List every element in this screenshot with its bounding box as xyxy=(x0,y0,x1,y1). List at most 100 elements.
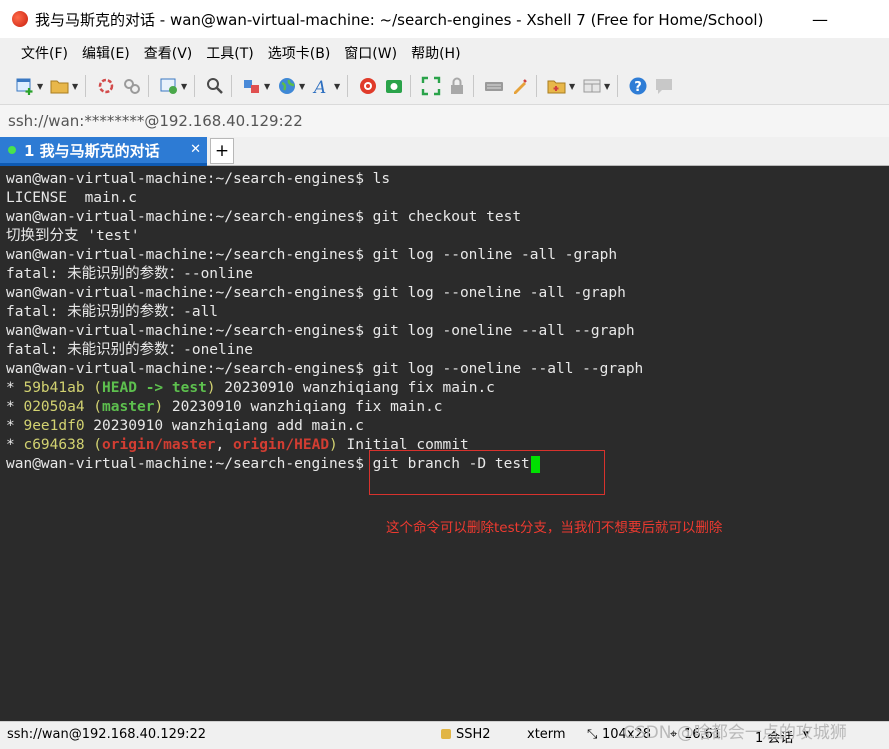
commit-hash: 59b41ab xyxy=(23,380,85,396)
minimize-icon: — xyxy=(812,9,828,29)
properties-caret-icon[interactable]: ▼ xyxy=(181,82,189,91)
toolbar-separator xyxy=(194,75,195,97)
layout-icon[interactable] xyxy=(581,75,603,97)
command: git log --oneline --all --graph xyxy=(372,361,644,377)
add-tab-button[interactable]: + xyxy=(210,138,234,164)
new-session-icon[interactable] xyxy=(14,75,36,97)
fullscreen-icon[interactable] xyxy=(420,75,442,97)
plus-icon: + xyxy=(214,141,230,161)
toolbar: ▼ ▼ ▼ ▼ ▼ A ▼ ▼ ▼ ? xyxy=(0,68,889,104)
svg-text:A: A xyxy=(312,78,326,96)
session-address: ssh://wan:********@192.168.40.129:22 xyxy=(8,112,303,130)
terminal-line: wan@wan-virtual-machine:~/search-engines… xyxy=(6,208,521,227)
reconnect-icon[interactable] xyxy=(95,75,117,97)
keyboard-icon[interactable] xyxy=(483,75,505,97)
status-terminal-type: xterm xyxy=(527,727,566,742)
commit-message: 20230910 wanzhiqiang fix main.c xyxy=(215,380,495,396)
command: ls xyxy=(372,171,391,187)
commit-hash: 9ee1df0 xyxy=(23,418,85,434)
toolbar-separator xyxy=(410,75,411,97)
find-icon[interactable] xyxy=(204,75,226,97)
globe-icon[interactable] xyxy=(276,75,298,97)
menu-view[interactable]: 查看(V) xyxy=(137,43,200,63)
command: git log --oneline -all -graph xyxy=(372,285,626,301)
terminal-area[interactable]: wan@wan-virtual-machine:~/search-engines… xyxy=(0,166,889,721)
secure-lock-icon xyxy=(441,729,451,739)
toolbar-separator xyxy=(231,75,232,97)
new-session-caret-icon[interactable]: ▼ xyxy=(37,82,45,91)
prompt: wan@wan-virtual-machine:~/search-engines… xyxy=(6,171,373,187)
tab-folder-icon[interactable] xyxy=(546,75,568,97)
tab-folder-caret-icon[interactable]: ▼ xyxy=(569,82,577,91)
menu-edit[interactable]: 编辑(E) xyxy=(75,43,137,63)
font-icon[interactable]: A xyxy=(311,75,333,97)
close-tab-icon[interactable]: ✕ xyxy=(190,142,201,157)
toolbar-separator xyxy=(85,75,86,97)
address-bar[interactable]: ssh://wan:********@192.168.40.129:22 xyxy=(0,104,889,138)
tab-label: 1 我与马斯克的对话 xyxy=(24,141,160,160)
graph-marker: * xyxy=(6,418,24,434)
toolbar-separator xyxy=(347,75,348,97)
properties-icon[interactable] xyxy=(158,75,180,97)
layout-caret-icon[interactable]: ▼ xyxy=(604,82,612,91)
disconnect-icon[interactable] xyxy=(121,75,143,97)
status-bar: ssh://wan@192.168.40.129:22 SSH2 xterm ⤡… xyxy=(0,721,889,749)
ref-name: HEAD -> test xyxy=(102,380,207,396)
font-caret-icon[interactable]: ▼ xyxy=(334,82,342,91)
minimize-button[interactable]: — xyxy=(797,0,843,38)
commit-line: * 59b41ab (HEAD -> test) 20230910 wanzhi… xyxy=(6,379,495,398)
ref-paren: ( xyxy=(84,437,103,453)
toolbar-separator xyxy=(617,75,618,97)
command: git log -oneline --all --graph xyxy=(372,323,635,339)
ref-paren: ( xyxy=(84,380,103,396)
commit-hash: c694638 xyxy=(23,437,85,453)
ref-paren: ( xyxy=(84,399,103,415)
terminal-line: wan@wan-virtual-machine:~/search-engines… xyxy=(6,360,643,379)
ref-name: origin/master xyxy=(102,437,216,453)
terminal-line: wan@wan-virtual-machine:~/search-engines… xyxy=(6,246,617,265)
command: git checkout test xyxy=(372,209,522,225)
graph-marker: * xyxy=(6,380,24,396)
title-bar: 我与马斯克的对话 - wan@wan-virtual-machine: ~/se… xyxy=(0,0,889,38)
globe-caret-icon[interactable]: ▼ xyxy=(299,82,307,91)
svg-text:?: ? xyxy=(634,80,642,95)
terminal-line: wan@wan-virtual-machine:~/search-engines… xyxy=(6,170,390,189)
prompt: wan@wan-virtual-machine:~/search-engines… xyxy=(6,285,373,301)
script-icon[interactable] xyxy=(509,75,531,97)
transfer-caret-icon[interactable]: ▼ xyxy=(264,82,272,91)
menu-help[interactable]: 帮助(H) xyxy=(404,43,467,63)
tab-session-1[interactable]: 1 我与马斯克的对话 ✕ xyxy=(0,137,207,166)
transfer-icon[interactable] xyxy=(241,75,263,97)
terminal-line: wan@wan-virtual-machine:~/search-engines… xyxy=(6,284,626,303)
menu-window[interactable]: 窗口(W) xyxy=(337,43,404,63)
menu-bar: 文件(F) 编辑(E) 查看(V) 工具(T) 选项卡(B) 窗口(W) 帮助(… xyxy=(0,38,889,68)
status-address: ssh://wan@192.168.40.129:22 xyxy=(7,727,207,742)
status-protocol: SSH2 xyxy=(456,727,491,742)
chat-icon[interactable] xyxy=(653,75,675,97)
annotation-note: 这个命令可以删除test分支，当我们不想要后就可以删除 xyxy=(386,520,723,536)
annotation-highlight-box xyxy=(369,450,605,495)
prompt: wan@wan-virtual-machine:~/search-engines… xyxy=(6,247,373,263)
help-icon[interactable]: ? xyxy=(627,75,649,97)
commit-message: 20230910 wanzhiqiang fix main.c xyxy=(163,399,443,415)
ref-name: master xyxy=(102,399,155,415)
connected-status-icon xyxy=(8,146,16,154)
ref-name: origin/HEAD xyxy=(233,437,330,453)
menu-tools[interactable]: 工具(T) xyxy=(199,43,260,63)
terminal-line: 切换到分支 'test' xyxy=(6,228,140,244)
terminal-line: fatal: 未能识别的参数：-all xyxy=(6,304,219,320)
prompt: wan@wan-virtual-machine:~/search-engines… xyxy=(6,361,373,377)
open-folder-icon[interactable] xyxy=(49,75,71,97)
ref-paren: ) xyxy=(206,380,216,396)
open-caret-icon[interactable]: ▼ xyxy=(72,82,80,91)
xftp-icon[interactable] xyxy=(357,75,379,97)
lock-icon[interactable] xyxy=(446,75,468,97)
menu-tab[interactable]: 选项卡(B) xyxy=(261,43,338,63)
xmanager-icon[interactable] xyxy=(383,75,405,97)
terminal-line: fatal: 未能识别的参数：--online xyxy=(6,266,253,282)
commit-hash: 02050a4 xyxy=(23,399,85,415)
toolbar-separator xyxy=(536,75,537,97)
ref-paren: ) xyxy=(154,399,164,415)
commit-line: * 9ee1df0 20230910 wanzhiqiang add main.… xyxy=(6,417,364,436)
menu-file[interactable]: 文件(F) xyxy=(14,43,75,63)
